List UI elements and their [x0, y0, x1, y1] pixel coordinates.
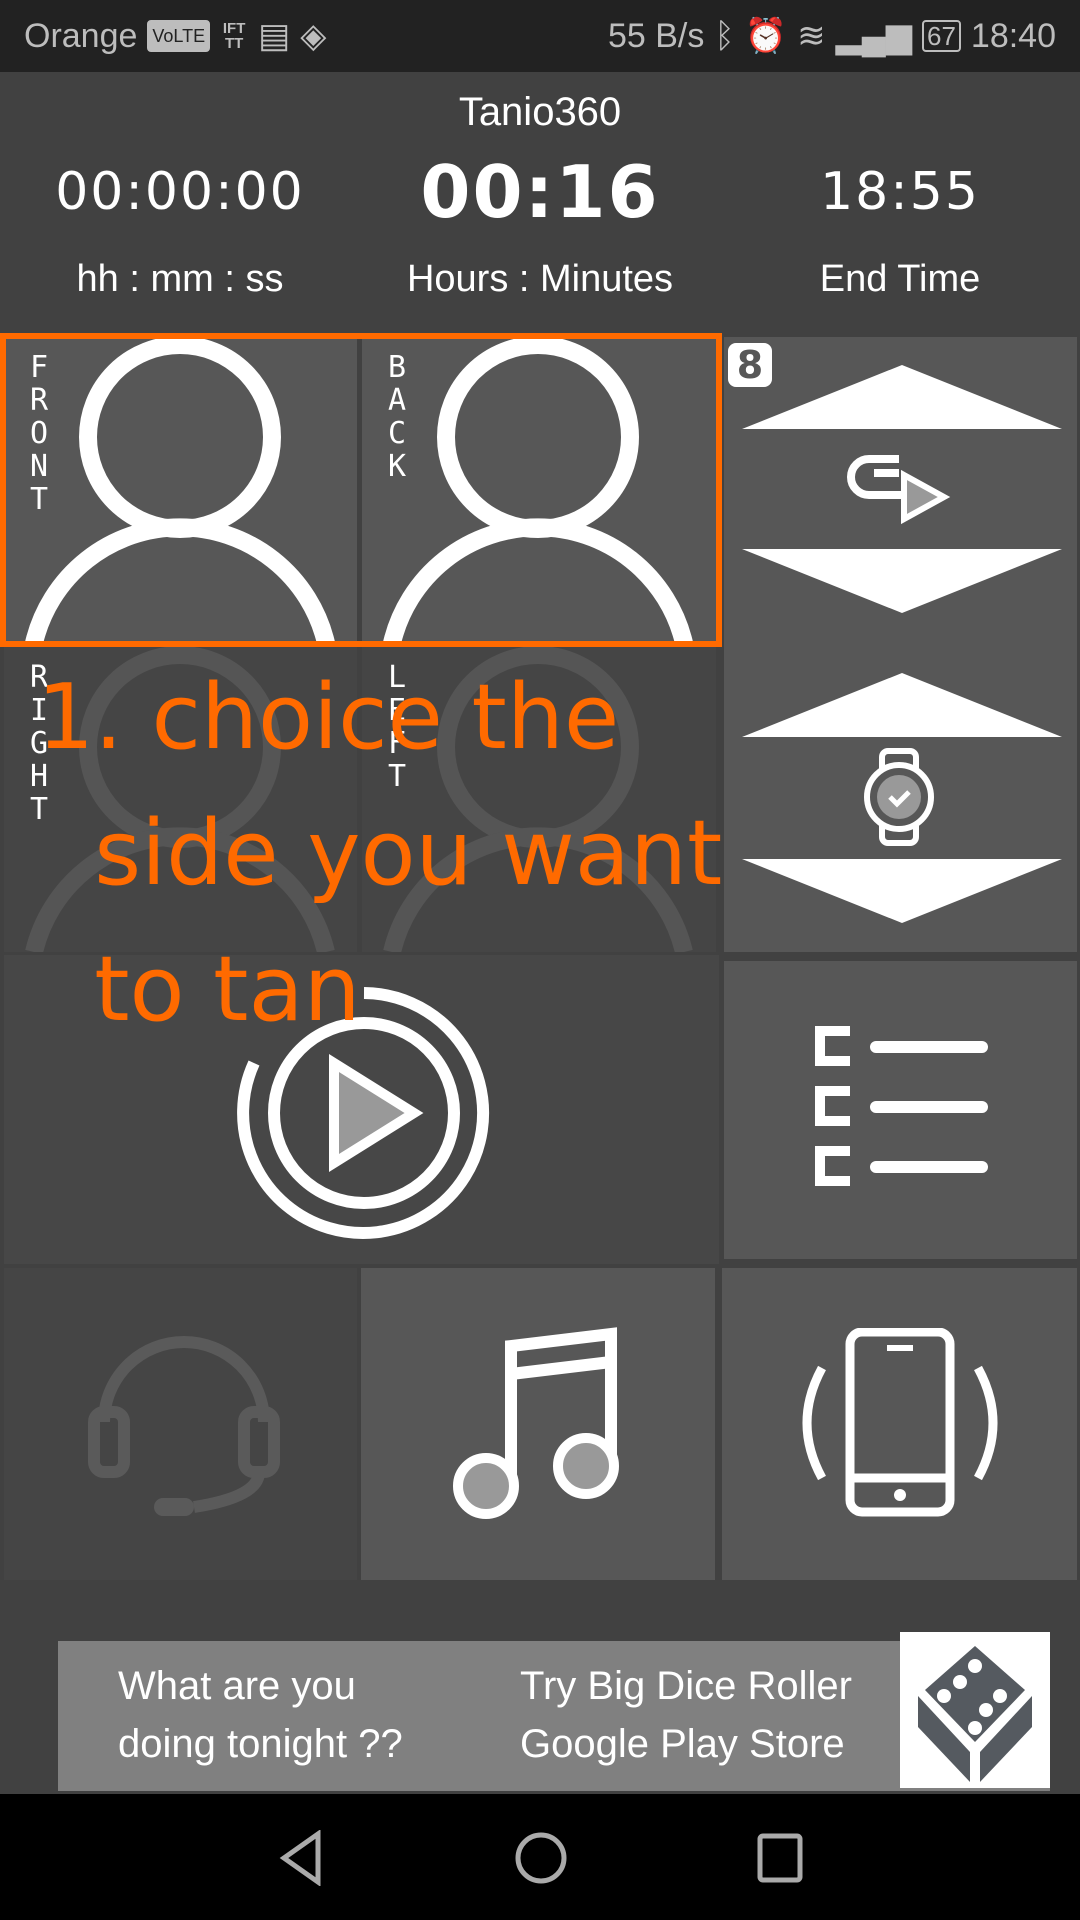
app-title: Tanio360	[458, 90, 622, 134]
nav-bar	[0, 1794, 1080, 1920]
rotate-play-icon	[847, 455, 951, 525]
calendar-icon: ▤	[258, 17, 291, 55]
duration-timer[interactable]: 00:16	[380, 150, 700, 234]
maps-icon: ◈	[300, 17, 327, 55]
vibration-button[interactable]	[722, 1268, 1077, 1580]
headset-icon	[88, 1336, 280, 1516]
adjust-panel: 8	[724, 337, 1077, 952]
music-button[interactable]	[361, 1268, 715, 1580]
carrier: Orange	[24, 16, 138, 55]
watch-check-icon	[864, 748, 934, 846]
headset-button[interactable]	[4, 1268, 357, 1580]
rotation-down-arrow[interactable]	[742, 549, 1062, 619]
bluetooth-icon: ᛒ	[714, 16, 735, 55]
home-icon[interactable]	[514, 1830, 568, 1886]
signal-icon: ▂▄▆	[835, 17, 912, 55]
battery-icon: 67	[921, 20, 961, 52]
time-down-arrow[interactable]	[742, 859, 1062, 929]
wifi-icon: ≋	[797, 17, 826, 55]
duration-label: Hours : Minutes	[406, 258, 674, 300]
status-bar: Orange VoLTE IFTTT ▤ ◈ 55 B/s ᛒ ⏰ ≋ ▂▄▆ …	[0, 0, 1080, 72]
program-list-button[interactable]	[724, 961, 1077, 1259]
elapsed-timer: 00:00:00	[55, 162, 305, 222]
checklist-icon	[815, 1026, 988, 1186]
recents-icon[interactable]	[756, 1832, 804, 1884]
end-time: 18:55	[820, 162, 980, 222]
ifttt-icon: IFTTT	[222, 20, 246, 52]
clock: 18:40	[970, 16, 1056, 55]
time-up-arrow[interactable]	[742, 673, 1062, 743]
ad-right-text: Try Big Dice Roller Google Play Store	[520, 1664, 852, 1766]
end-time-label: End Time	[819, 258, 981, 300]
net-speed: 55 B/s	[607, 16, 705, 55]
ad-left-text: What are you doing tonight ??	[118, 1664, 403, 1766]
tutorial-annotation: 1. choice the side you want to tan	[37, 665, 723, 1042]
phone-vibrate-icon	[802, 1328, 998, 1517]
elapsed-label: hh : mm : ss	[76, 258, 284, 300]
selection-highlight	[0, 333, 722, 647]
volte-icon: VoLTE	[147, 20, 211, 52]
back-icon[interactable]	[278, 1830, 322, 1886]
dice-logo[interactable]	[900, 1632, 1050, 1788]
alarm-icon: ⏰	[744, 17, 788, 55]
dice-icon	[918, 1646, 1032, 1782]
music-note-icon	[453, 1327, 619, 1519]
rotation-up-arrow[interactable]	[742, 365, 1062, 435]
